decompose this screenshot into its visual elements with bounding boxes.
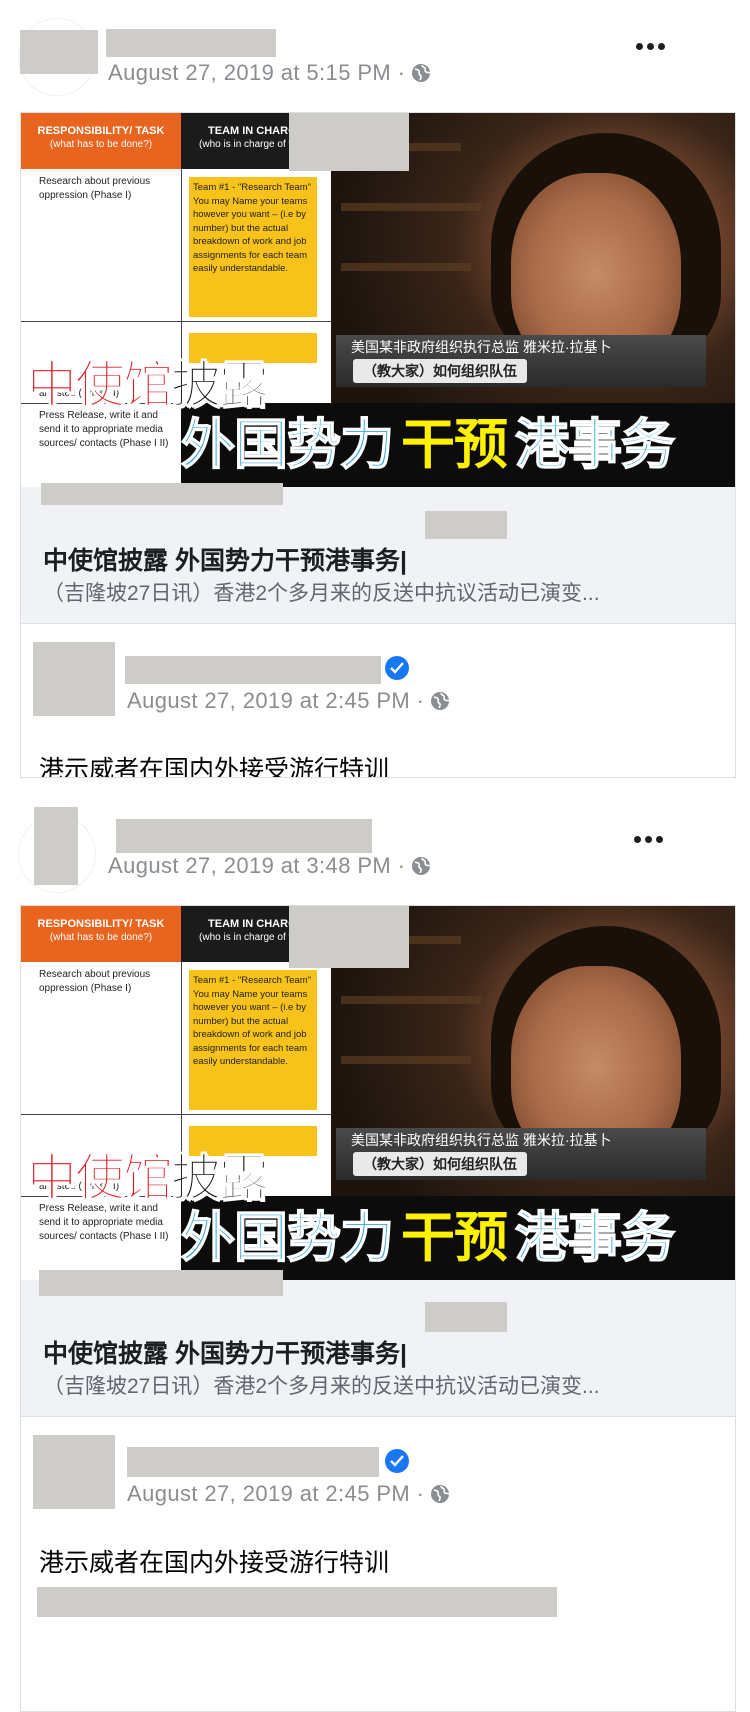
doc-yellow-note: Team #1 - "Research Team" You may Name y… <box>189 970 317 1110</box>
link-title[interactable]: 中使馆披露 外国势力干预港事务| <box>43 1334 407 1370</box>
author-avatar-redacted <box>20 30 98 74</box>
more-options-icon[interactable] <box>628 829 668 849</box>
original-post-text-redacted <box>37 1587 557 1617</box>
globe-icon <box>411 63 431 89</box>
timestamp-text[interactable]: August 27, 2019 at 3:48 PM · <box>108 853 405 878</box>
doc-yellow-note: Team #1 - "Research Team" You may Name y… <box>189 177 317 317</box>
doc-row-1: Research about previous oppression (Phas… <box>39 176 151 201</box>
doc-row-1: Research about previous oppression (Phas… <box>39 969 151 994</box>
post-timestamp[interactable]: August 27, 2019 at 3:48 PM · <box>108 853 431 882</box>
original-timestamp[interactable]: August 27, 2019 at 2:45 PM · <box>127 1481 450 1510</box>
doc-header-task: RESPONSIBILITY/ TASK (what has to be done… <box>21 906 181 962</box>
shared-original-post[interactable]: August 27, 2019 at 2:45 PM · 港示威者在国内外接受游… <box>21 623 735 778</box>
original-post-text: 港示威者在国内外接受游行特训 <box>39 1549 390 1577</box>
verified-badge-icon <box>385 1449 409 1473</box>
link-title-redacted <box>425 1302 507 1332</box>
post-timestamp[interactable]: August 27, 2019 at 5:15 PM · <box>108 60 431 89</box>
link-domain-redacted <box>41 483 283 505</box>
link-title[interactable]: 中使馆披露 外国势力干预港事务| <box>43 541 407 577</box>
globe-icon <box>430 1484 450 1510</box>
author-name-redacted[interactable] <box>106 29 276 57</box>
news-caption-2: （教大家）如何组织队伍 <box>353 359 527 383</box>
author-name-redacted[interactable] <box>116 819 372 853</box>
news-caption-2: （教大家）如何组织队伍 <box>353 1152 527 1176</box>
shared-link-card[interactable]: RESPONSIBILITY/ TASK (what has to be done… <box>20 905 736 1712</box>
globe-icon <box>411 856 431 882</box>
more-options-icon[interactable] <box>630 36 670 56</box>
link-domain-redacted <box>39 1270 283 1296</box>
original-post-text: 港示威者在国内外接受游行特训 <box>39 756 390 778</box>
original-avatar-redacted[interactable] <box>33 1435 115 1509</box>
original-timestamp[interactable]: August 27, 2019 at 2:45 PM · <box>127 688 450 717</box>
thumbnail-redaction <box>289 113 409 171</box>
doc-header-task: RESPONSIBILITY/ TASK (what has to be done… <box>21 113 181 169</box>
thumbnail-redaction <box>289 906 409 968</box>
shared-link-card[interactable]: RESPONSIBILITY/ TASK (what has to be done… <box>20 112 736 778</box>
news-caption-1: 美国某非政府组织执行总监 雅米拉·拉基卜 <box>351 1132 612 1148</box>
original-author-redacted[interactable] <box>125 656 381 684</box>
timestamp-text[interactable]: August 27, 2019 at 5:15 PM · <box>108 60 405 85</box>
link-title-redacted <box>425 511 507 539</box>
author-avatar-redacted <box>34 807 78 885</box>
original-author-redacted[interactable] <box>127 1447 379 1477</box>
headline-bottom: 外国势力 干预 港事务 <box>180 414 676 476</box>
verified-badge-icon <box>385 656 409 680</box>
globe-icon <box>430 691 450 717</box>
headline-bottom: 外国势力 干预 港事务 <box>180 1207 676 1269</box>
original-avatar-redacted[interactable] <box>33 642 115 716</box>
link-description: （吉隆坡27日讯）香港2个多月来的反送中抗议活动已演变... <box>43 582 600 605</box>
shared-original-post[interactable]: August 27, 2019 at 2:45 PM · 港示威者在国内外接受游… <box>21 1416 735 1711</box>
link-description: （吉隆坡27日讯）香港2个多月来的反送中抗议活动已演变... <box>43 1375 600 1398</box>
news-caption-1: 美国某非政府组织执行总监 雅米拉·拉基卜 <box>351 339 612 355</box>
